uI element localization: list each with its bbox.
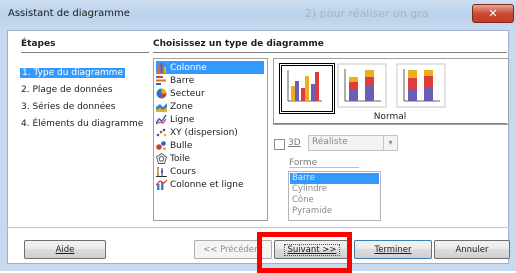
back-button-label: << Précédent bbox=[203, 244, 263, 255]
stacked-column-icon bbox=[337, 63, 387, 108]
shape-option-bar[interactable]: Barre bbox=[290, 173, 379, 184]
next-button-label: Suivant >> bbox=[284, 243, 340, 256]
variant-label: Normal bbox=[373, 112, 407, 122]
percent-stacked-column-icon bbox=[396, 63, 446, 108]
chart-type-label: Colonne et ligne bbox=[170, 179, 244, 190]
line-chart-icon bbox=[156, 114, 167, 125]
chart-type-bar[interactable]: Barre bbox=[156, 74, 194, 87]
chart-type-column-line[interactable]: Colonne et ligne bbox=[156, 178, 244, 191]
close-icon: ✕ bbox=[488, 7, 498, 20]
chart-type-pie[interactable]: Secteur bbox=[156, 87, 205, 100]
3d-style-select[interactable]: Réaliste ▾ bbox=[308, 135, 398, 151]
chart-type-xy-scatter[interactable]: XY (dispersion) bbox=[156, 126, 238, 139]
chart-type-label: Colonne bbox=[170, 62, 207, 73]
variant-stacked[interactable] bbox=[337, 63, 387, 108]
column-line-chart-icon bbox=[156, 179, 167, 190]
chart-type-list[interactable]: Colonne Barre Secteur Zone Ligne XY (dis… bbox=[153, 58, 268, 221]
step-chart-elements[interactable]: 4. Éléments du diagramme bbox=[21, 119, 143, 129]
shape-option-pyramid[interactable]: Pyramide bbox=[290, 206, 379, 217]
back-button[interactable]: << Précédent bbox=[194, 240, 272, 259]
chart-type-net[interactable]: Toile bbox=[156, 152, 190, 165]
bubble-chart-icon bbox=[156, 141, 166, 150]
net-chart-icon bbox=[156, 153, 167, 164]
shape-divider bbox=[289, 167, 359, 168]
step-data-range[interactable]: 2. Plage de données bbox=[21, 85, 113, 95]
stock-chart-icon bbox=[156, 167, 167, 177]
chart-type-stock[interactable]: Cours bbox=[156, 165, 196, 178]
cancel-button-label: Annuler bbox=[455, 244, 489, 255]
3d-label-text: 3D bbox=[288, 138, 301, 148]
variant-percent-stacked[interactable] bbox=[396, 63, 446, 108]
background-window-title: 2) pour réaliser un gra bbox=[305, 7, 429, 20]
chevron-down-icon: ▾ bbox=[383, 136, 397, 150]
chart-type-label: Ligne bbox=[170, 114, 195, 125]
chart-type-label: Barre bbox=[170, 75, 195, 86]
help-button[interactable]: Aide bbox=[24, 240, 106, 259]
chart-type-label: Bulle bbox=[170, 140, 193, 151]
next-button[interactable]: Suivant >> bbox=[274, 240, 350, 259]
chart-type-heading: Choisissez un type de diagramme bbox=[153, 39, 324, 49]
finish-button[interactable]: Terminer bbox=[354, 240, 432, 259]
chart-type-label: XY (dispersion) bbox=[170, 127, 238, 138]
area-chart-icon bbox=[156, 103, 167, 112]
steps-divider bbox=[21, 52, 149, 53]
bar-chart-icon bbox=[156, 76, 166, 85]
shape-option-cylinder[interactable]: Cylindre bbox=[290, 184, 379, 195]
normal-column-icon bbox=[287, 70, 322, 102]
3d-label: 3D bbox=[288, 138, 301, 148]
shape-option-cone[interactable]: Cône bbox=[290, 195, 379, 206]
button-bar-divider bbox=[7, 227, 509, 228]
pie-chart-icon bbox=[156, 88, 167, 99]
chart-type-line[interactable]: Ligne bbox=[156, 113, 194, 126]
chart-type-bubble[interactable]: Bulle bbox=[156, 139, 192, 152]
window-title: Assistant de diagramme bbox=[8, 8, 130, 19]
help-button-label: Aide bbox=[55, 244, 75, 255]
3d-checkbox[interactable] bbox=[274, 139, 285, 150]
close-button[interactable]: ✕ bbox=[472, 4, 514, 23]
chart-type-column[interactable]: Colonne bbox=[156, 61, 264, 74]
cancel-button[interactable]: Annuler bbox=[434, 240, 510, 259]
column-chart-icon bbox=[157, 63, 166, 73]
finish-button-label: Terminer bbox=[374, 244, 412, 255]
chart-type-label: Toile bbox=[170, 153, 191, 164]
3d-style-value: Réaliste bbox=[312, 137, 348, 147]
step-data-series[interactable]: 3. Séries de données bbox=[21, 102, 116, 112]
chart-type-divider bbox=[153, 52, 507, 53]
steps-heading: Étapes bbox=[21, 39, 56, 49]
chart-type-label: Secteur bbox=[170, 88, 205, 99]
shape-list[interactable]: Barre Cylindre Cône Pyramide bbox=[288, 171, 381, 221]
chart-type-area[interactable]: Zone bbox=[156, 100, 193, 113]
variant-divider bbox=[273, 123, 507, 124]
scatter-chart-icon bbox=[156, 128, 167, 137]
variant-normal[interactable] bbox=[279, 63, 335, 114]
step-chart-type[interactable]: 1. Type du diagramme bbox=[20, 68, 125, 78]
chart-type-label: Zone bbox=[170, 101, 193, 112]
chart-type-label: Cours bbox=[170, 166, 196, 177]
